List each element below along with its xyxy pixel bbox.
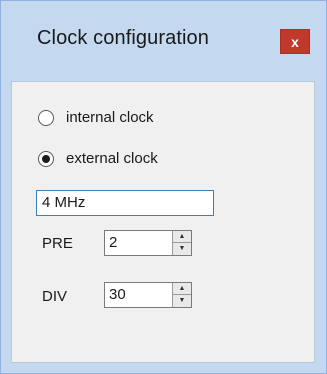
- internal-clock-option[interactable]: internal clock: [38, 109, 154, 126]
- pre-spin-buttons: ▲ ▼: [172, 231, 191, 255]
- pre-label: PRE: [42, 235, 73, 252]
- internal-clock-label: internal clock: [66, 109, 154, 126]
- external-clock-label: external clock: [66, 150, 158, 167]
- pre-value[interactable]: 2: [109, 234, 117, 251]
- pre-stepper[interactable]: 2 ▲ ▼: [104, 230, 192, 256]
- close-icon: x: [291, 33, 299, 50]
- external-clock-radio[interactable]: [38, 150, 54, 167]
- chevron-up-icon: ▲: [178, 233, 186, 240]
- frequency-input[interactable]: 4 MHz: [36, 190, 214, 216]
- div-decrement-button[interactable]: ▼: [173, 295, 191, 306]
- chevron-down-icon: ▼: [178, 245, 186, 252]
- internal-clock-radio[interactable]: [38, 109, 54, 126]
- pre-increment-button[interactable]: ▲: [173, 231, 191, 243]
- div-stepper[interactable]: 30 ▲ ▼: [104, 282, 192, 308]
- div-increment-button[interactable]: ▲: [173, 283, 191, 295]
- external-clock-option[interactable]: external clock: [38, 150, 158, 167]
- dialog-body: internal clock external clock 4 MHz PRE …: [11, 81, 315, 363]
- div-spin-buttons: ▲ ▼: [172, 283, 191, 307]
- close-button[interactable]: x: [280, 29, 310, 54]
- div-value[interactable]: 30: [109, 286, 126, 303]
- clock-configuration-window: Clock configuration x internal clock ext…: [0, 0, 327, 374]
- chevron-up-icon: ▲: [178, 285, 186, 292]
- title-bar: Clock configuration x: [1, 1, 326, 81]
- div-label: DIV: [42, 288, 68, 305]
- pre-decrement-button[interactable]: ▼: [173, 243, 191, 254]
- window-title: Clock configuration: [37, 27, 209, 49]
- chevron-down-icon: ▼: [178, 297, 186, 304]
